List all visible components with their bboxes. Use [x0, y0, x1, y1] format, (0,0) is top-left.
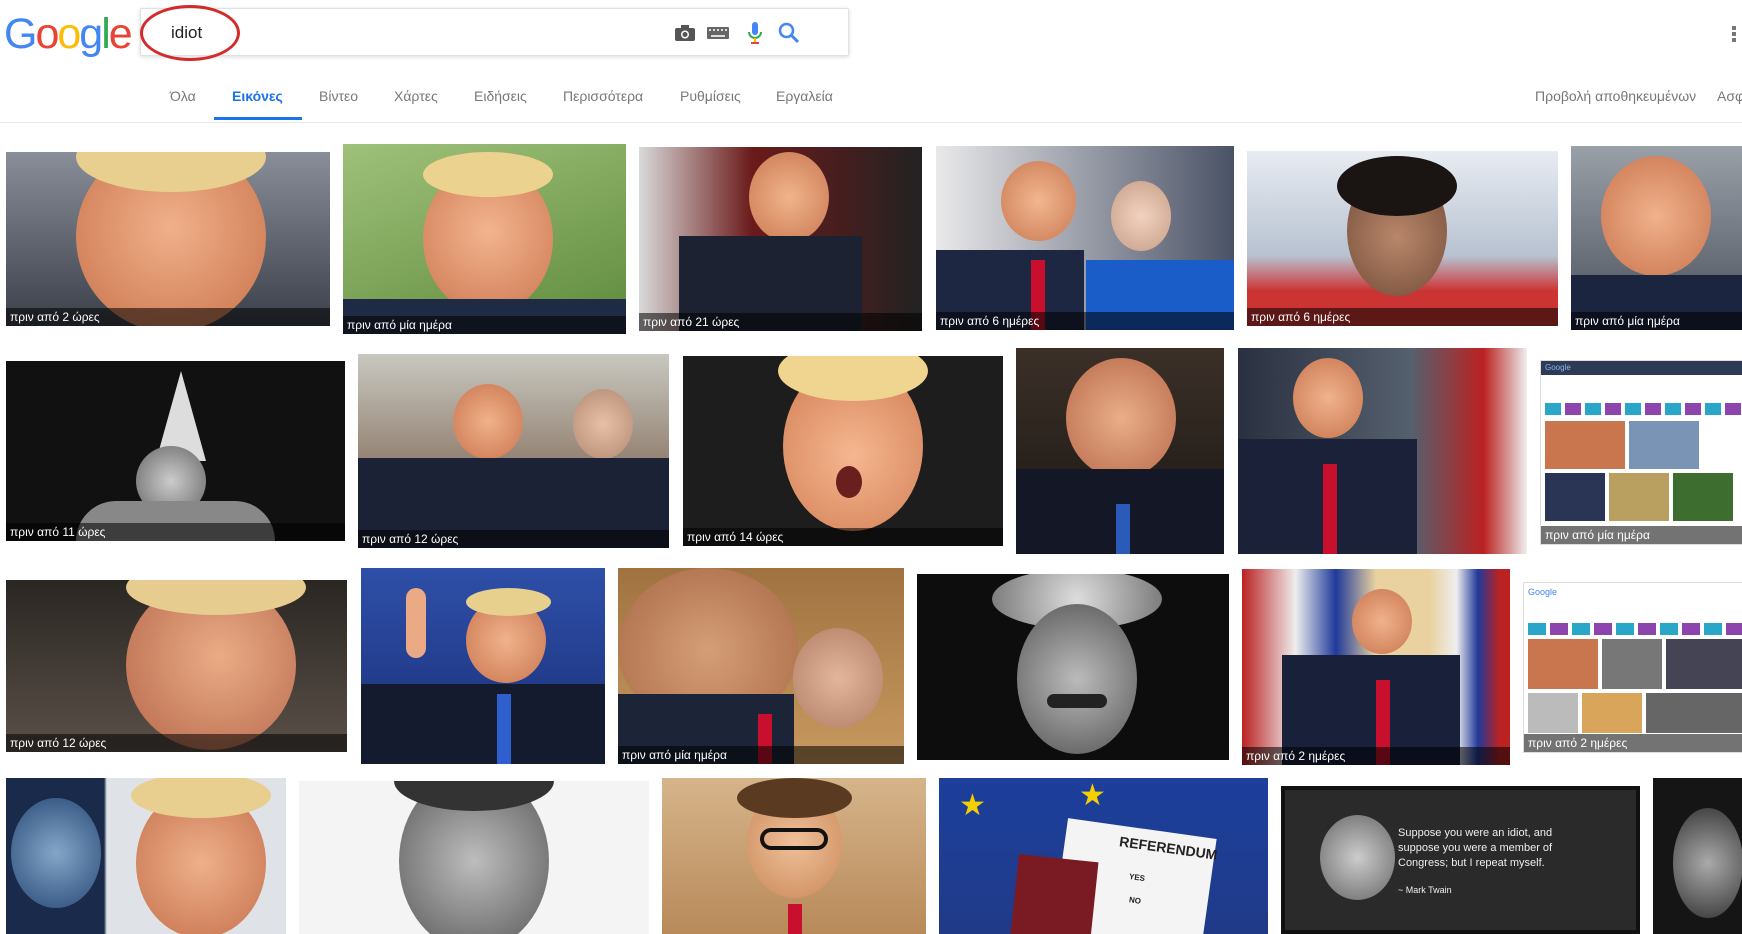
tab-tools[interactable]: Εργαλεία: [776, 88, 833, 104]
apps-icon[interactable]: [1732, 26, 1742, 42]
saved-images-link[interactable]: Προβολή αποθηκευμένων: [1535, 88, 1696, 104]
tab-news[interactable]: Ειδήσεις: [474, 88, 527, 104]
image-result[interactable]: πριν από 6 ημέρες: [936, 146, 1234, 330]
image-caption: πριν από μία ημέρα: [618, 746, 904, 764]
image-result[interactable]: [662, 778, 926, 934]
image-result[interactable]: [1016, 348, 1224, 554]
google-logo[interactable]: Google: [4, 8, 133, 60]
tab-images[interactable]: Εικόνες: [232, 88, 283, 104]
image-result[interactable]: Google πριν από 2 ημέρες: [1523, 582, 1742, 753]
logo-letter: e: [108, 10, 133, 58]
image-result[interactable]: πριν από 12 ώρες: [6, 580, 347, 752]
active-tab-indicator: [214, 117, 302, 120]
image-caption: πριν από 2 ημέρες: [1524, 734, 1742, 752]
image-result[interactable]: πριν από 6 ημέρες: [1247, 151, 1558, 326]
image-result[interactable]: πριν από 12 ώρες: [358, 354, 669, 548]
search-input[interactable]: idiot: [171, 23, 202, 43]
image-caption: πριν από μία ημέρα: [343, 316, 626, 334]
tab-bar: Όλα Εικόνες Βίντεο Χάρτες Ειδήσεις Περισ…: [0, 80, 1742, 123]
tab-maps[interactable]: Χάρτες: [394, 88, 438, 104]
tab-more[interactable]: Περισσότερα: [563, 88, 643, 104]
search-icon[interactable]: [777, 21, 801, 45]
image-result[interactable]: πριν από μία ημέρα: [1571, 146, 1742, 330]
tab-videos[interactable]: Βίντεο: [319, 88, 358, 104]
image-caption: πριν από 12 ώρες: [358, 530, 669, 548]
image-result[interactable]: Google πριν από μία ημέρα: [1540, 360, 1742, 545]
twain-quote-author: ~ Mark Twain: [1398, 885, 1452, 895]
logo-letter: o: [57, 10, 81, 58]
image-caption: πριν από 14 ώρες: [683, 528, 1003, 546]
logo-letter: g: [79, 10, 103, 58]
image-result[interactable]: πριν από 11 ώρες: [6, 361, 345, 541]
image-result[interactable]: [917, 574, 1229, 760]
image-result[interactable]: [361, 568, 605, 764]
image-caption: πριν από 11 ώρες: [6, 523, 345, 541]
search-box[interactable]: idiot: [140, 8, 849, 56]
image-result[interactable]: πριν από μία ημέρα: [343, 144, 626, 334]
image-caption: πριν από 6 ημέρες: [1247, 308, 1558, 326]
image-result[interactable]: ★ ★ REFERENDUM YES NO: [939, 778, 1268, 934]
image-caption: πριν από 2 ημέρες: [1242, 747, 1510, 765]
tab-settings[interactable]: Ρυθμίσεις: [680, 88, 741, 104]
keyboard-icon[interactable]: [706, 21, 730, 45]
image-result[interactable]: [6, 778, 286, 934]
image-result[interactable]: [299, 781, 649, 934]
image-caption: πριν από μία ημέρα: [1571, 312, 1742, 330]
thumb-google-logo: Google: [1545, 363, 1571, 372]
image-result[interactable]: πριν από 2 ώρες: [6, 152, 330, 326]
image-caption: πριν από μία ημέρα: [1541, 526, 1742, 544]
camera-icon[interactable]: [673, 21, 697, 45]
image-caption: πριν από 2 ώρες: [6, 308, 330, 326]
image-result[interactable]: πριν από 14 ώρες: [683, 356, 1003, 546]
image-caption: πριν από 6 ημέρες: [936, 312, 1234, 330]
logo-letter: G: [4, 10, 37, 58]
image-result[interactable]: πριν από 21 ώρες: [639, 147, 922, 331]
thumb-google-logo: Google: [1528, 587, 1558, 597]
image-result[interactable]: [1238, 348, 1527, 554]
microphone-icon[interactable]: [743, 21, 767, 45]
image-caption: πριν από 21 ώρες: [639, 313, 922, 331]
tab-all[interactable]: Όλα: [170, 88, 196, 104]
image-result[interactable]: πριν από 2 ημέρες: [1242, 569, 1510, 765]
safesearch-link[interactable]: Ασφ: [1717, 88, 1742, 104]
image-result[interactable]: Suppose you were an idiot, and suppose y…: [1281, 786, 1640, 934]
image-result[interactable]: πριν από μία ημέρα: [618, 568, 904, 764]
logo-letter: o: [35, 10, 59, 58]
image-result[interactable]: [1653, 778, 1742, 934]
twain-quote-text: Suppose you were an idiot, and suppose y…: [1398, 827, 1553, 869]
image-caption: πριν από 12 ώρες: [6, 734, 347, 752]
logo-letter: l: [101, 10, 110, 58]
referendum-no: NO: [1128, 895, 1142, 906]
